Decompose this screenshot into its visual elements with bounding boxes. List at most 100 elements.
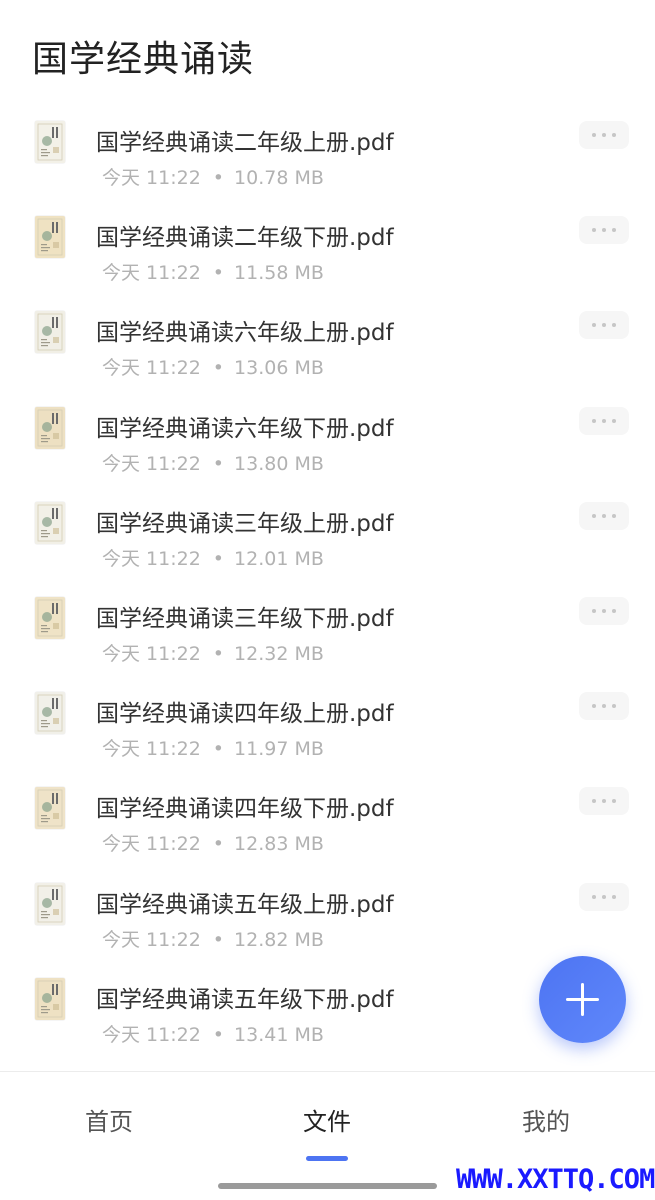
file-list: 国学经典诵读二年级上册.pdf 今天 11:22 • 10.78 MB 国学经典诵读二年… (0, 97, 655, 1049)
file-meta: 今天 11:22 • 10.78 MB (102, 163, 324, 190)
more-options-button[interactable] (579, 311, 629, 340)
home-indicator[interactable] (218, 1183, 437, 1189)
more-dots-icon (592, 228, 596, 233)
meta-separator: • (212, 1023, 225, 1046)
file-size: 11.97 MB (234, 738, 324, 761)
tab-files[interactable]: 文件 (267, 1102, 387, 1137)
screen: 国学经典诵读 国学经典诵读二年级上册.pdf 今天 11:22 • 10.78 MB 国… (0, 0, 655, 1200)
file-meta: 今天 11:22 • 13.06 MB (102, 353, 324, 380)
file-meta: 今天 11:22 • 13.80 MB (102, 449, 324, 476)
file-name: 国学经典诵读四年级下册.pdf (96, 796, 394, 823)
pdf-thumbnail-icon (35, 121, 65, 163)
more-dots-icon (602, 133, 606, 137)
plus-icon-stroke (581, 983, 584, 1016)
file-date: 今天 11:22 (102, 167, 201, 189)
meta-separator: • (212, 833, 225, 856)
file-size: 13.80 MB (234, 452, 324, 475)
tab-home[interactable]: 首页 (49, 1102, 169, 1137)
more-dots-icon (602, 323, 606, 328)
file-date: 今天 11:22 (102, 262, 201, 285)
file-meta: 今天 11:22 • 12.01 MB (102, 544, 324, 571)
meta-separator: • (212, 452, 225, 475)
meta-separator: • (212, 928, 225, 951)
more-dots-icon (592, 133, 596, 137)
more-options-button[interactable] (579, 692, 629, 721)
file-size: 12.01 MB (234, 547, 324, 570)
file-meta: 今天 11:22 • 11.97 MB (102, 734, 324, 761)
file-meta: 今天 11:22 • 11.58 MB (102, 258, 324, 285)
more-options-button[interactable] (579, 406, 629, 435)
tab-mine[interactable]: 我的 (486, 1102, 606, 1137)
pdf-thumbnail-icon (35, 406, 65, 449)
file-row[interactable]: 国学经典诵读三年级下册.pdf 今天 11:22 • 12.32 MB (0, 573, 655, 668)
more-dots-icon (612, 228, 616, 233)
more-options-button[interactable] (579, 121, 629, 149)
more-options-button[interactable] (579, 882, 629, 911)
more-options-button[interactable] (579, 501, 629, 530)
meta-separator: • (212, 167, 225, 189)
file-date: 今天 11:22 (102, 357, 201, 380)
more-dots-icon (592, 418, 596, 423)
more-dots-icon (612, 799, 616, 804)
active-tab-indicator (306, 1156, 348, 1161)
more-dots-icon (602, 418, 606, 423)
add-file-button[interactable] (539, 956, 626, 1043)
file-name: 国学经典诵读四年级上册.pdf (96, 701, 394, 728)
file-date: 今天 11:22 (102, 547, 201, 570)
file-row[interactable]: 国学经典诵读二年级下册.pdf 今天 11:22 • 11.58 MB (0, 192, 655, 287)
file-row[interactable]: 国学经典诵读四年级上册.pdf 今天 11:22 • 11.97 MB (0, 668, 655, 763)
more-dots-icon (612, 513, 616, 518)
more-dots-icon (592, 608, 596, 613)
file-row[interactable]: 国学经典诵读二年级上册.pdf 今天 11:22 • 10.78 MB (0, 97, 655, 192)
more-dots-icon (612, 704, 616, 709)
file-name: 国学经典诵读五年级上册.pdf (96, 891, 394, 918)
more-dots-icon (602, 799, 606, 804)
more-dots-icon (602, 228, 606, 233)
more-dots-icon (592, 513, 596, 518)
file-meta: 今天 11:22 • 13.41 MB (102, 1020, 324, 1047)
meta-separator: • (212, 738, 225, 761)
file-size: 12.32 MB (234, 642, 324, 665)
file-row[interactable]: 国学经典诵读六年级上册.pdf 今天 11:22 • 13.06 MB (0, 287, 655, 382)
file-name: 国学经典诵读二年级下册.pdf (96, 225, 394, 252)
file-date: 今天 11:22 (102, 833, 201, 856)
file-name: 国学经典诵读五年级下册.pdf (96, 986, 394, 1013)
more-dots-icon (612, 894, 616, 899)
more-dots-icon (612, 418, 616, 423)
pdf-thumbnail-icon (35, 311, 65, 354)
pdf-thumbnail-icon (35, 692, 65, 735)
file-size: 13.41 MB (234, 1023, 324, 1046)
file-row[interactable]: 国学经典诵读三年级上册.pdf 今天 11:22 • 12.01 MB (0, 478, 655, 573)
file-name: 国学经典诵读二年级上册.pdf (96, 130, 394, 156)
more-options-button[interactable] (579, 787, 629, 816)
pdf-thumbnail-icon (35, 977, 65, 1020)
more-dots-icon (592, 704, 596, 709)
file-date: 今天 11:22 (102, 738, 201, 761)
more-dots-icon (592, 323, 596, 328)
more-options-button[interactable] (579, 596, 629, 625)
more-dots-icon (612, 323, 616, 328)
page-title: 国学经典诵读 (32, 39, 255, 80)
file-meta: 今天 11:22 • 12.32 MB (102, 639, 324, 666)
more-dots-icon (602, 704, 606, 709)
pdf-thumbnail-icon (35, 787, 65, 830)
file-size: 12.82 MB (234, 928, 324, 951)
file-size: 11.58 MB (234, 262, 324, 285)
more-options-button[interactable] (579, 216, 629, 245)
file-name: 国学经典诵读六年级上册.pdf (96, 320, 394, 347)
file-row[interactable]: 国学经典诵读六年级下册.pdf 今天 11:22 • 13.80 MB (0, 383, 655, 478)
file-name: 国学经典诵读三年级下册.pdf (96, 605, 394, 632)
file-row[interactable]: 国学经典诵读五年级上册.pdf 今天 11:22 • 12.82 MB (0, 859, 655, 954)
file-date: 今天 11:22 (102, 452, 201, 475)
file-size: 12.83 MB (234, 833, 324, 856)
pdf-thumbnail-icon (35, 501, 65, 544)
pdf-thumbnail-icon (35, 596, 65, 639)
meta-separator: • (212, 262, 225, 285)
more-dots-icon (612, 608, 616, 613)
file-date: 今天 11:22 (102, 642, 201, 665)
watermark-text: WWW.XXTTQ.COM (456, 1164, 655, 1195)
file-row[interactable]: 国学经典诵读四年级下册.pdf 今天 11:22 • 12.83 MB (0, 763, 655, 858)
file-name: 国学经典诵读三年级上册.pdf (96, 510, 394, 537)
more-dots-icon (592, 799, 596, 804)
file-date: 今天 11:22 (102, 1023, 201, 1046)
